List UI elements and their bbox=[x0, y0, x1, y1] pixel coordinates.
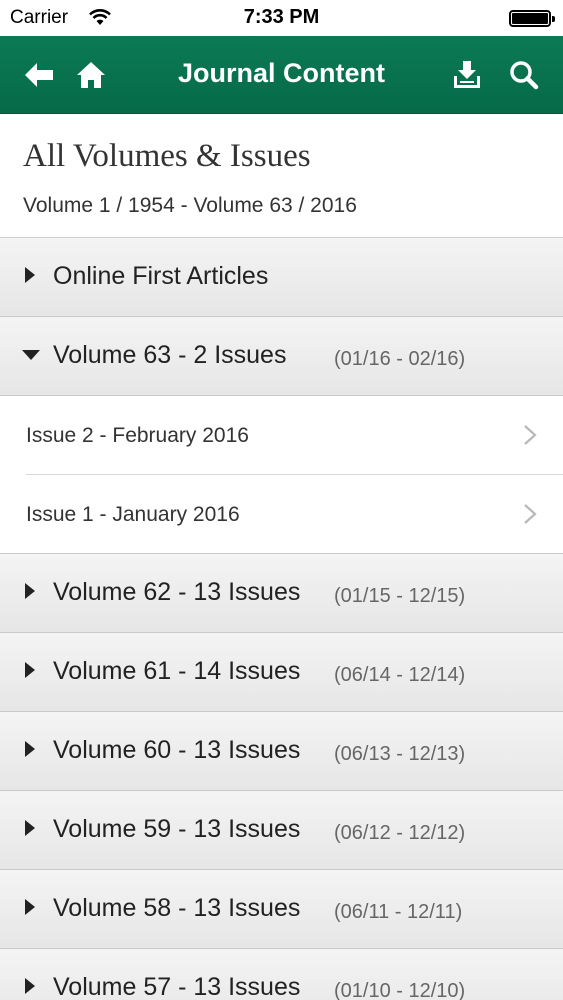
volume-date-range: (06/11 - 12/11) bbox=[334, 901, 463, 923]
volume-label: Volume 61 - 14 Issues bbox=[53, 657, 301, 685]
volume-row-57[interactable]: Volume 57 - 13 Issues (01/10 - 12/10) bbox=[0, 949, 563, 1000]
volume-row-58[interactable]: Volume 58 - 13 Issues (06/11 - 12/11) bbox=[0, 870, 563, 949]
navigation-bar: Journal Content bbox=[0, 36, 563, 114]
expand-triangle-icon bbox=[25, 820, 35, 836]
download-button[interactable] bbox=[448, 56, 486, 94]
volume-date-range: (06/14 - 12/14) bbox=[334, 664, 466, 686]
download-icon bbox=[454, 61, 480, 88]
online-first-label: Online First Articles bbox=[53, 262, 269, 290]
expand-triangle-icon bbox=[25, 978, 35, 994]
volume-row-60[interactable]: Volume 60 - 13 Issues (06/13 - 12/13) bbox=[0, 712, 563, 791]
volume-label: Volume 60 - 13 Issues bbox=[53, 736, 301, 764]
expand-triangle-icon bbox=[25, 899, 35, 915]
issue-label: Issue 1 - January 2016 bbox=[26, 503, 240, 526]
volume-date-range: (01/16 - 02/16) bbox=[334, 348, 466, 370]
search-icon bbox=[510, 61, 539, 90]
online-first-row[interactable]: Online First Articles bbox=[0, 238, 563, 317]
issue-row[interactable]: Issue 1 - January 2016 bbox=[0, 475, 563, 554]
volume-list: Online First Articles Volume 63 - 2 Issu… bbox=[0, 238, 563, 1000]
volume-row-62[interactable]: Volume 62 - 13 Issues (01/15 - 12/15) bbox=[0, 554, 563, 633]
volume-label: Volume 62 - 13 Issues bbox=[53, 578, 301, 606]
expand-triangle-icon bbox=[25, 662, 35, 678]
chevron-right-icon bbox=[524, 504, 537, 524]
chevron-right-icon bbox=[524, 425, 537, 445]
page-subtitle: Volume 1 / 1954 - Volume 63 / 2016 bbox=[23, 194, 357, 217]
page-header: All Volumes & Issues Volume 1 / 1954 - V… bbox=[0, 114, 563, 238]
volume-label: Volume 58 - 13 Issues bbox=[53, 894, 301, 922]
volume-label: Volume 63 - 2 Issues bbox=[53, 341, 287, 369]
volume-date-range: (06/13 - 12/13) bbox=[334, 743, 466, 765]
volume-date-range: (01/15 - 12/15) bbox=[334, 585, 466, 607]
status-time: 7:33 PM bbox=[243, 6, 320, 28]
volume-row-61[interactable]: Volume 61 - 14 Issues (06/14 - 12/14) bbox=[0, 633, 563, 712]
volume-date-range: (01/10 - 12/10) bbox=[334, 980, 466, 1000]
issue-row[interactable]: Issue 2 - February 2016 bbox=[0, 396, 563, 475]
volume-date-range: (06/12 - 12/12) bbox=[334, 822, 466, 844]
search-button[interactable] bbox=[505, 56, 543, 94]
battery-icon bbox=[509, 10, 555, 27]
volume-row-63[interactable]: Volume 63 - 2 Issues (01/16 - 02/16) bbox=[0, 317, 563, 396]
expand-triangle-icon bbox=[25, 741, 35, 757]
volume-row-59[interactable]: Volume 59 - 13 Issues (06/12 - 12/12) bbox=[0, 791, 563, 870]
status-bar: Carrier 7:33 PM bbox=[0, 0, 563, 36]
volume-label: Volume 57 - 13 Issues bbox=[53, 973, 301, 1000]
page-title: All Volumes & Issues bbox=[23, 138, 311, 174]
volume-label: Volume 59 - 13 Issues bbox=[53, 815, 301, 843]
expand-triangle-icon bbox=[25, 583, 35, 599]
collapse-triangle-icon bbox=[22, 350, 40, 360]
issue-label: Issue 2 - February 2016 bbox=[26, 424, 249, 447]
expand-triangle-icon bbox=[25, 267, 35, 283]
